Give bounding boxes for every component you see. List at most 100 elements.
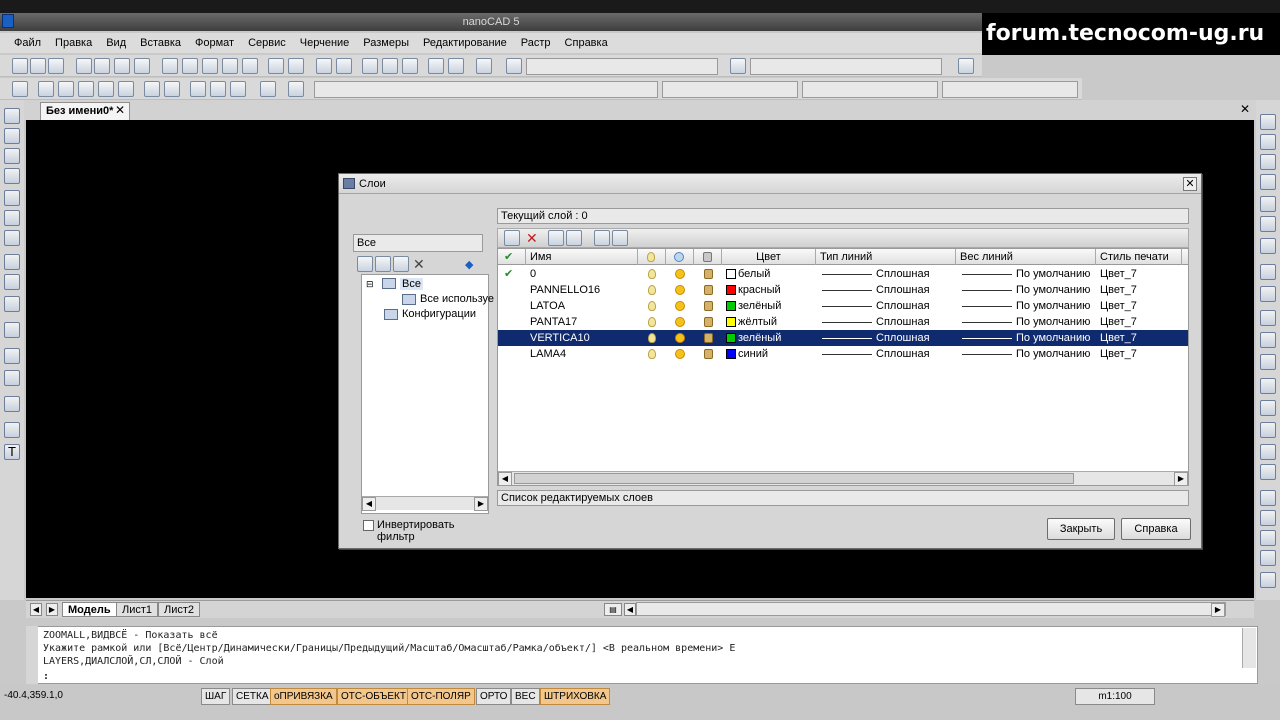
filter-tree-hscrollbar[interactable]: ◀ ▶ (362, 496, 488, 511)
layer-lineweight[interactable]: По умолчанию (1016, 298, 1090, 314)
table-icon[interactable] (190, 81, 206, 97)
layer-linetype[interactable]: Сплошная (876, 314, 930, 330)
command-window-grip[interactable] (26, 626, 38, 684)
layer-plot-style[interactable]: Цвет_7 (1100, 298, 1137, 314)
menu-item[interactable]: Редактирование (423, 37, 507, 49)
layer-lineweight[interactable]: По умолчанию (1016, 346, 1090, 362)
help-icon[interactable] (476, 58, 492, 74)
layer-thaw-sun-icon[interactable] (675, 317, 685, 327)
menu-item[interactable]: Растр (521, 37, 551, 49)
properties-icon[interactable] (1260, 550, 1276, 566)
menu-item[interactable]: Черчение (300, 37, 350, 49)
aligned-dim-icon[interactable] (58, 81, 74, 97)
delete-layer-icon[interactable]: ✕ (526, 230, 538, 247)
region-icon[interactable] (4, 370, 20, 386)
header-current[interactable]: ✔ (498, 249, 526, 265)
layer-color-name[interactable]: зелёный (738, 330, 781, 346)
extend-icon[interactable] (1260, 332, 1276, 348)
polyline-icon[interactable] (4, 148, 20, 164)
layer-name[interactable]: PANNELLO16 (530, 282, 600, 298)
save-icon[interactable] (48, 58, 64, 74)
tab-sheet2[interactable]: Лист2 (158, 602, 201, 617)
offset-icon[interactable] (1260, 174, 1276, 190)
pencil-icon[interactable] (448, 58, 464, 74)
paste-special-icon[interactable] (222, 58, 238, 74)
status-toggle[interactable]: ОРТО (476, 688, 512, 705)
menu-item[interactable]: Вставка (140, 37, 181, 49)
layer-row[interactable]: PANTA17 жёлтый Сплошная По умолчанию Цвет_7 (498, 314, 1188, 330)
layer-color-name[interactable]: жёлтый (738, 314, 777, 330)
tree-item-all[interactable]: Все (400, 278, 423, 290)
lineweight-combo[interactable] (942, 81, 1078, 98)
group-icon[interactable] (1260, 490, 1276, 506)
block-icon[interactable] (210, 81, 226, 97)
layer-color-swatch[interactable] (726, 317, 736, 327)
cloud-icon[interactable] (4, 254, 20, 270)
layer-unlock-icon[interactable] (704, 285, 713, 295)
layer-lineweight[interactable]: По умолчанию (1016, 282, 1090, 298)
dim-style-icon[interactable] (730, 58, 746, 74)
menu-item[interactable]: Справка (565, 37, 608, 49)
insert-icon[interactable] (230, 81, 246, 97)
layer-name[interactable]: VERTICA10 (530, 330, 590, 346)
linear-dim-icon[interactable] (38, 81, 54, 97)
baseline-dim-icon[interactable] (164, 81, 180, 97)
status-toggle[interactable]: ОТС-ОБЪЕКТ (337, 688, 410, 705)
layer-color-name[interactable]: красный (738, 282, 781, 298)
layer-plot-style[interactable]: Цвет_7 (1100, 346, 1137, 362)
layer-row[interactable]: LATOA зелёный Сплошная По умолчанию Цвет_7 (498, 298, 1188, 314)
command-prompt[interactable]: : (43, 671, 49, 682)
layer-color-swatch[interactable] (726, 349, 736, 359)
layer-plot-style[interactable]: Цвет_7 (1100, 266, 1137, 282)
menu-item[interactable]: Вид (106, 37, 126, 49)
tab-sheet1[interactable]: Лист1 (116, 602, 159, 617)
header-name[interactable]: Имя (526, 249, 638, 265)
menu-item[interactable]: Файл (14, 37, 41, 49)
copy-object-icon[interactable] (1260, 134, 1276, 150)
layer-on-bulb-icon[interactable] (648, 349, 656, 359)
radius-dim-icon[interactable] (78, 81, 94, 97)
canvas-hscrollbar[interactable]: ▶ (636, 602, 1226, 617)
rotate-icon[interactable] (1260, 238, 1276, 254)
layer-name[interactable]: LAMA4 (530, 346, 566, 362)
header-freeze[interactable] (666, 249, 694, 265)
text-style-combo[interactable] (526, 58, 718, 75)
layer-props-icon[interactable] (288, 81, 304, 97)
sheet-prev-icon[interactable]: ◀ (30, 603, 42, 616)
layer-combo[interactable] (314, 81, 658, 98)
layer-color-swatch[interactable] (726, 269, 736, 279)
zoom-window-icon[interactable] (362, 58, 378, 74)
layer-lineweight[interactable]: По умолчанию (1016, 330, 1090, 346)
layer-name[interactable]: LATOA (530, 298, 565, 314)
table-tool-icon[interactable] (4, 422, 20, 438)
header-linetype[interactable]: Тип линий (816, 249, 956, 265)
color-combo[interactable] (662, 81, 798, 98)
layer-on-bulb-icon[interactable] (648, 269, 656, 279)
layer-color-name[interactable]: белый (738, 266, 770, 282)
layer-row[interactable]: PANNELLO16 красный Сплошная По умолчанию Цве… (498, 282, 1188, 298)
menu-item[interactable]: Размеры (363, 37, 409, 49)
arc-icon[interactable] (4, 210, 20, 226)
construction-line-icon[interactable] (4, 128, 20, 144)
print-icon[interactable] (76, 58, 92, 74)
layer-filter-icon[interactable] (566, 230, 582, 246)
new-group-filter-icon[interactable] (375, 256, 391, 272)
layer-linetype[interactable]: Сплошная (876, 330, 930, 346)
tree-expand-icon[interactable]: ⊟ (366, 279, 374, 290)
text-tool-icon[interactable]: T (4, 444, 20, 460)
polygon-icon[interactable] (4, 168, 20, 184)
layer-states-icon[interactable] (548, 230, 564, 246)
header-plot-style[interactable]: Стиль печати (1096, 249, 1182, 265)
layer-row[interactable]: VERTICA10 зелёный Сплошная По умолчанию Цвет… (498, 330, 1188, 346)
layer-name[interactable]: 0 (530, 266, 536, 282)
layer-on-bulb-icon[interactable] (648, 333, 656, 343)
open-file-icon[interactable] (30, 58, 46, 74)
layer-linetype[interactable]: Сплошная (876, 298, 930, 314)
delete-filter-icon[interactable]: ✕ (413, 256, 425, 273)
move-icon[interactable] (1260, 216, 1276, 232)
stretch-icon[interactable] (1260, 286, 1276, 302)
layer-unlock-icon[interactable] (704, 317, 713, 327)
menu-item[interactable]: Правка (55, 37, 92, 49)
status-toggle[interactable]: ВЕС (511, 688, 540, 705)
layer-plot-style[interactable]: Цвет_7 (1100, 330, 1137, 346)
